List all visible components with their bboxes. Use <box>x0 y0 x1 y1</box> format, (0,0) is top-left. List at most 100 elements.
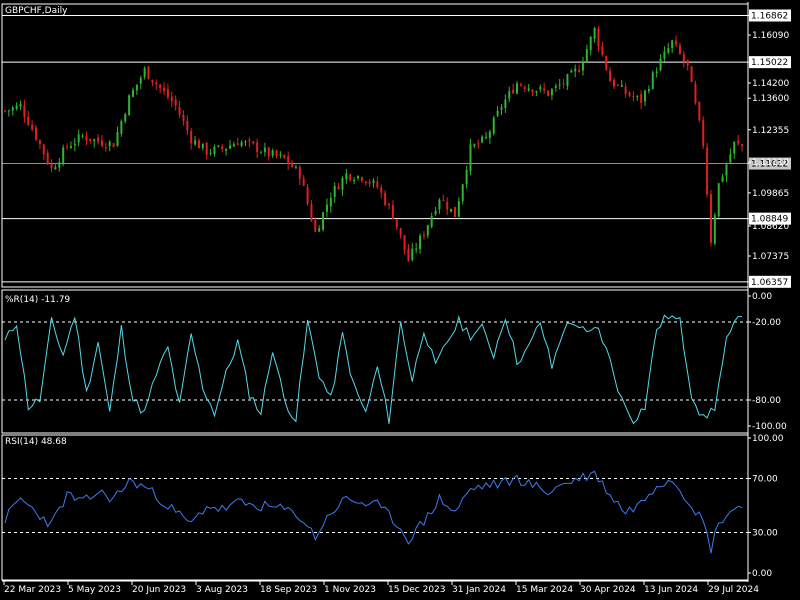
candle-body <box>461 184 464 202</box>
price-tick-label: 1.07375 <box>752 252 789 262</box>
trading-chart: %R(14) -11.79 RSI(14) 48.68 1.16862 1.160… <box>1 2 791 595</box>
candle-body <box>329 197 332 207</box>
candle-body <box>38 140 41 144</box>
candle-body <box>725 164 728 176</box>
candle-body <box>512 89 515 94</box>
candle-body <box>356 175 359 179</box>
time-tick-label: 13 Jun 2024 <box>644 585 698 595</box>
candle-body <box>325 204 328 212</box>
candle-body <box>147 66 150 80</box>
time-tick-label: 20 Jun 2023 <box>132 585 186 595</box>
indicator-tick-label: -20.00 <box>752 318 781 328</box>
candle-body <box>531 89 534 93</box>
candle-body <box>709 194 712 243</box>
time-tick-label: 15 Mar 2024 <box>516 585 573 595</box>
indicator-tick-label: -100.00 <box>752 422 787 432</box>
candle-body <box>124 114 127 122</box>
candle-body <box>519 84 522 86</box>
candle-body <box>655 71 658 74</box>
candle-body <box>399 227 402 236</box>
candle-body <box>35 127 38 140</box>
candle-body <box>69 146 72 148</box>
candle-body <box>388 204 391 206</box>
williams-r-panel: %R(14) -11.79 <box>2 295 748 425</box>
candle-body <box>256 142 259 152</box>
price-panel <box>2 14 748 283</box>
candle-body <box>182 115 185 121</box>
candle-body <box>516 83 519 94</box>
candle-body <box>306 186 309 204</box>
candle-body <box>651 72 654 89</box>
candle-body <box>484 136 487 138</box>
time-tick-label: 15 Dec 2023 <box>388 585 446 595</box>
time-tick-label: 3 Aug 2023 <box>196 585 248 595</box>
candle-body <box>492 117 495 134</box>
candle-body <box>368 182 371 184</box>
time-tick-label: 22 Mar 2023 <box>4 585 61 595</box>
price-tick-label: 1.09865 <box>752 189 789 199</box>
candle-body <box>384 192 387 205</box>
candle-body <box>11 107 14 111</box>
indicator-tick-label: 30.00 <box>752 529 778 539</box>
price-tick-label: 1.12355 <box>752 126 789 136</box>
candle-body <box>170 96 173 102</box>
candle-body <box>7 110 10 112</box>
candle-body <box>442 200 445 202</box>
candle-body <box>139 77 142 84</box>
candle-body <box>632 96 635 98</box>
candle-body <box>213 146 216 154</box>
candle-body <box>729 154 732 163</box>
candle-body <box>236 143 239 146</box>
candle-body <box>46 152 49 164</box>
candle-body <box>66 146 69 148</box>
indicator-label: %R(14) -11.79 <box>5 295 70 305</box>
candle-body <box>415 248 418 250</box>
candle-body <box>566 74 569 86</box>
panel-frame-1 <box>1 289 749 434</box>
candle-body <box>504 99 507 109</box>
indicator-tick-label: 100.00 <box>752 434 784 444</box>
indicator-label: RSI(14) 48.68 <box>5 437 67 447</box>
candle-body <box>488 131 491 138</box>
indicator-tick-label: 0.00 <box>752 292 772 302</box>
candle-body <box>364 181 367 184</box>
candle-body <box>260 152 263 154</box>
candle-body <box>453 206 456 217</box>
candle-body <box>438 199 441 210</box>
candle-body <box>178 106 181 115</box>
candle-body <box>469 144 472 171</box>
candle-body <box>186 120 189 131</box>
candle-body <box>248 139 251 142</box>
candle-body <box>314 219 317 232</box>
candle-body <box>4 110 6 112</box>
candle-body <box>477 143 480 145</box>
candle-body <box>23 105 26 117</box>
candle-body <box>741 144 743 147</box>
candle-body <box>636 95 639 97</box>
candle-body <box>419 235 422 249</box>
time-tick-label: 1 Nov 2023 <box>324 585 376 595</box>
candle-body <box>89 138 92 142</box>
candle-body <box>50 163 53 169</box>
candle-body <box>698 101 701 121</box>
candle-body <box>612 79 615 87</box>
candle-body <box>294 166 297 168</box>
candle-body <box>644 90 647 102</box>
candle-body <box>550 89 553 96</box>
time-tick-label: 30 Apr 2024 <box>580 585 636 595</box>
candle-body <box>581 62 584 71</box>
candle-body <box>496 110 499 116</box>
candle-body <box>100 140 103 146</box>
candle-body <box>535 91 538 93</box>
candle-body <box>190 130 193 144</box>
candle-body <box>721 176 724 182</box>
candle-body <box>360 177 363 182</box>
candle-body <box>527 88 530 91</box>
candle-body <box>395 219 398 228</box>
candle-body <box>647 89 650 92</box>
candle-body <box>318 228 321 232</box>
candle-body <box>209 152 212 154</box>
candle-body <box>73 143 76 146</box>
candle-body <box>353 180 356 182</box>
candle-body <box>349 174 352 180</box>
